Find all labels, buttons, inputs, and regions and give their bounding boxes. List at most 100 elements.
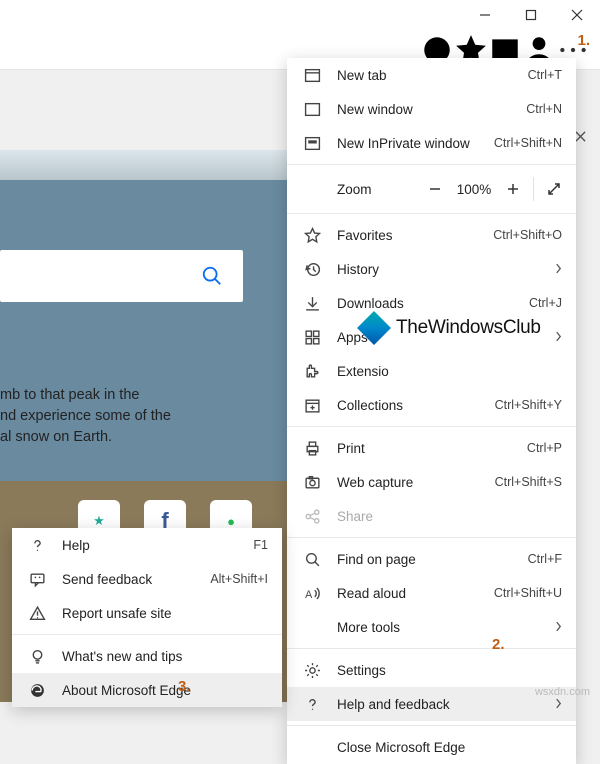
annotation-2: 2.: [492, 636, 505, 653]
brand-logo-icon: [357, 311, 391, 345]
menu-separator: [287, 213, 576, 214]
watermark-domain: wsxdn.com: [535, 686, 590, 698]
menu-label: Read aloud: [337, 586, 494, 601]
menu-shortcut: Ctrl+Shift+N: [494, 136, 562, 150]
menu-more-tools[interactable]: More tools: [287, 610, 576, 644]
menu-separator: [287, 725, 576, 726]
submenu-report[interactable]: Report unsafe site: [12, 596, 282, 630]
menu-label: Find on page: [337, 552, 528, 567]
help-icon: [301, 695, 323, 713]
menu-shortcut: Ctrl+J: [529, 296, 562, 310]
chevron-right-icon: [555, 620, 562, 635]
menu-find[interactable]: Find on page Ctrl+F: [287, 542, 576, 576]
menu-shortcut: Ctrl+P: [527, 441, 562, 455]
menu-label: Help and feedback: [337, 697, 555, 712]
promo-line: mb to that peak in the: [0, 385, 262, 406]
blank-icon: [301, 738, 323, 756]
svg-text:A: A: [305, 588, 313, 600]
camera-icon: [301, 473, 323, 491]
menu-label: Report unsafe site: [62, 606, 268, 621]
menu-separator: [287, 648, 576, 649]
menu-share: Share: [287, 499, 576, 533]
help-submenu: Help F1 Send feedback Alt+Shift+I Report…: [12, 528, 282, 707]
menu-label: New InPrivate window: [337, 136, 494, 151]
blank-icon: [301, 618, 323, 636]
menu-label: More tools: [337, 620, 555, 635]
menu-collections[interactable]: Collections Ctrl+Shift+Y: [287, 388, 576, 422]
edge-icon: [26, 681, 48, 699]
annotation-1: 1.: [577, 32, 590, 49]
menu-shortcut: Ctrl+Shift+S: [495, 475, 562, 489]
warning-icon: [26, 604, 48, 622]
menu-favorites[interactable]: Favorites Ctrl+Shift+O: [287, 218, 576, 252]
menu-shortcut: Ctrl+N: [526, 102, 562, 116]
bulb-icon: [26, 647, 48, 665]
history-icon: [301, 260, 323, 278]
share-icon: [301, 507, 323, 525]
inprivate-icon: [301, 134, 323, 152]
menu-label: What's new and tips: [62, 649, 268, 664]
menu-extensions[interactable]: Extensio: [287, 354, 576, 388]
menu-label: Close Microsoft Edge: [337, 740, 562, 755]
menu-separator: [287, 426, 576, 427]
menu-new-window[interactable]: New window Ctrl+N: [287, 92, 576, 126]
minimize-button[interactable]: [462, 0, 508, 30]
help-icon: [26, 536, 48, 554]
chevron-right-icon: [555, 697, 562, 712]
find-icon: [301, 550, 323, 568]
submenu-whats-new[interactable]: What's new and tips: [12, 639, 282, 673]
menu-label: History: [337, 262, 555, 277]
menu-label: New window: [337, 102, 526, 117]
chevron-right-icon: [555, 262, 562, 277]
menu-read-aloud[interactable]: A Read aloud Ctrl+Shift+U: [287, 576, 576, 610]
collections-icon: [301, 396, 323, 414]
menu-separator: [287, 164, 576, 165]
main-dropdown-menu: New tab Ctrl+T New window Ctrl+N New InP…: [287, 58, 576, 764]
zoom-in-button[interactable]: [497, 175, 529, 203]
submenu-help[interactable]: Help F1: [12, 528, 282, 562]
menu-label: Collections: [337, 398, 495, 413]
menu-shortcut: Alt+Shift+I: [210, 572, 268, 586]
print-icon: [301, 439, 323, 457]
separator: [533, 177, 534, 201]
new-window-icon: [301, 100, 323, 118]
menu-web-capture[interactable]: Web capture Ctrl+Shift+S: [287, 465, 576, 499]
feedback-icon: [26, 570, 48, 588]
menu-new-inprivate[interactable]: New InPrivate window Ctrl+Shift+N: [287, 126, 576, 160]
menu-label: Send feedback: [62, 572, 210, 587]
menu-shortcut: Ctrl+Shift+U: [494, 586, 562, 600]
menu-print[interactable]: Print Ctrl+P: [287, 431, 576, 465]
menu-close-edge[interactable]: Close Microsoft Edge: [287, 730, 576, 764]
menu-downloads[interactable]: Downloads Ctrl+J: [287, 286, 576, 320]
submenu-feedback[interactable]: Send feedback Alt+Shift+I: [12, 562, 282, 596]
menu-label: Downloads: [337, 296, 529, 311]
zoom-out-button[interactable]: [419, 175, 451, 203]
menu-history[interactable]: History: [287, 252, 576, 286]
menu-shortcut: Ctrl+Shift+O: [493, 228, 562, 242]
menu-new-tab[interactable]: New tab Ctrl+T: [287, 58, 576, 92]
zoom-label: Zoom: [337, 182, 419, 197]
new-tab-icon: [301, 66, 323, 84]
zoom-value: 100%: [451, 182, 497, 197]
close-button[interactable]: [554, 0, 600, 30]
promo-text: mb to that peak in the nd experience som…: [0, 385, 262, 448]
chevron-right-icon: [555, 330, 562, 345]
menu-help-feedback[interactable]: Help and feedback: [287, 687, 576, 721]
maximize-button[interactable]: [508, 0, 554, 30]
menu-separator: [12, 634, 282, 635]
menu-zoom: Zoom 100%: [287, 169, 576, 209]
extensions-icon: [301, 362, 323, 380]
promo-line: nd experience some of the: [0, 406, 262, 427]
menu-label: Favorites: [337, 228, 493, 243]
page-search-input[interactable]: [0, 250, 243, 302]
apps-icon: [301, 328, 323, 346]
menu-label: Extensio: [337, 364, 562, 379]
annotation-3: 3.: [178, 678, 191, 695]
fullscreen-button[interactable]: [538, 175, 570, 203]
gear-icon: [301, 661, 323, 679]
read-aloud-icon: A: [301, 584, 323, 602]
watermark-brand: TheWindowsClub: [362, 316, 541, 340]
promo-line: al snow on Earth.: [0, 427, 262, 448]
menu-label: About Microsoft Edge: [62, 683, 268, 698]
menu-settings[interactable]: Settings: [287, 653, 576, 687]
